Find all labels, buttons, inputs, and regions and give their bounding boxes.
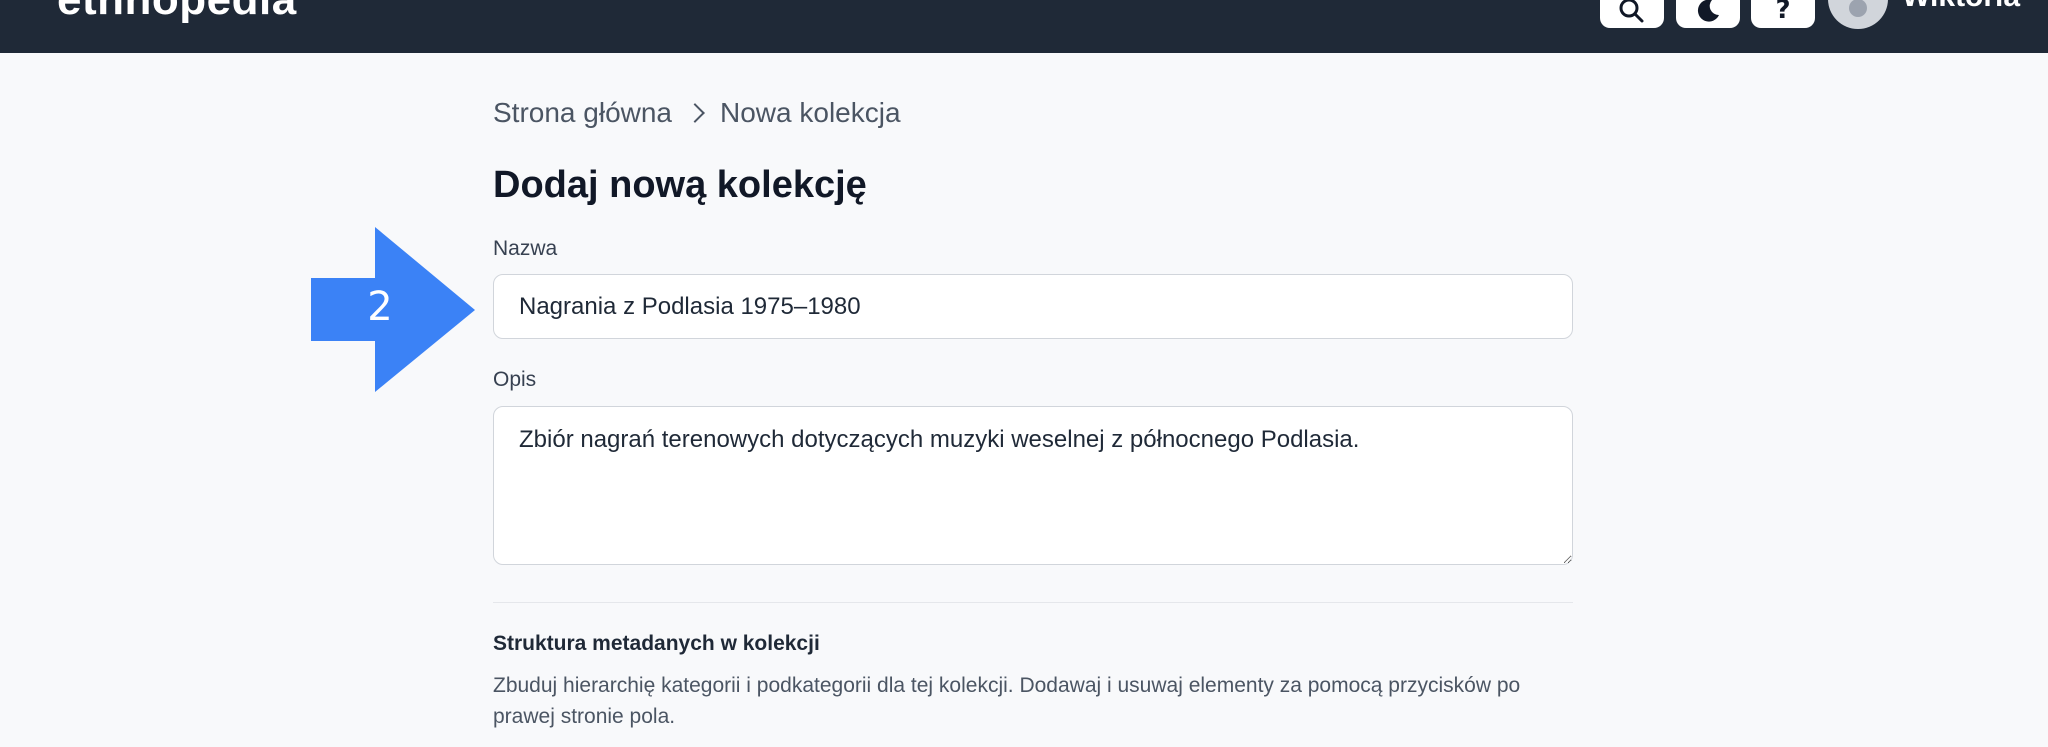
description-textarea[interactable]: Zbiór nagrań terenowych dotyczących muzy… (493, 406, 1573, 565)
theme-toggle-button[interactable] (1676, 0, 1740, 28)
step-number-label: 2 (367, 284, 393, 330)
user-name[interactable]: Wiktoria (1902, 0, 2020, 14)
page-title: Dodaj nową kolekcję (493, 164, 867, 206)
avatar[interactable] (1828, 0, 1888, 29)
metadata-section-description: Zbuduj hierarchię kategorii i podkategor… (493, 674, 1521, 728)
name-label: Nazwa (493, 237, 558, 260)
search-icon (1619, 0, 1644, 23)
metadata-section-title: Struktura metadanych w kolekcji (493, 632, 820, 655)
breadcrumb-home-link[interactable]: Strona główna (493, 96, 672, 130)
help-button[interactable]: ? (1751, 0, 1815, 28)
name-input[interactable] (493, 274, 1573, 339)
section-divider (493, 602, 1573, 603)
app-logo[interactable]: ethnopedia (57, 0, 297, 22)
help-icon: ? (1775, 0, 1791, 25)
description-label: Opis (493, 368, 537, 391)
breadcrumb-current: Nowa kolekcja (720, 97, 901, 128)
user-silhouette-icon (1849, 0, 1867, 17)
search-button[interactable] (1600, 0, 1664, 28)
top-navbar: ethnopedia ? Wiktoria (0, 0, 2048, 53)
chevron-right-icon (685, 103, 705, 123)
moon-icon (1697, 0, 1719, 22)
breadcrumb: Strona główna Nowa kolekcja (493, 96, 901, 130)
